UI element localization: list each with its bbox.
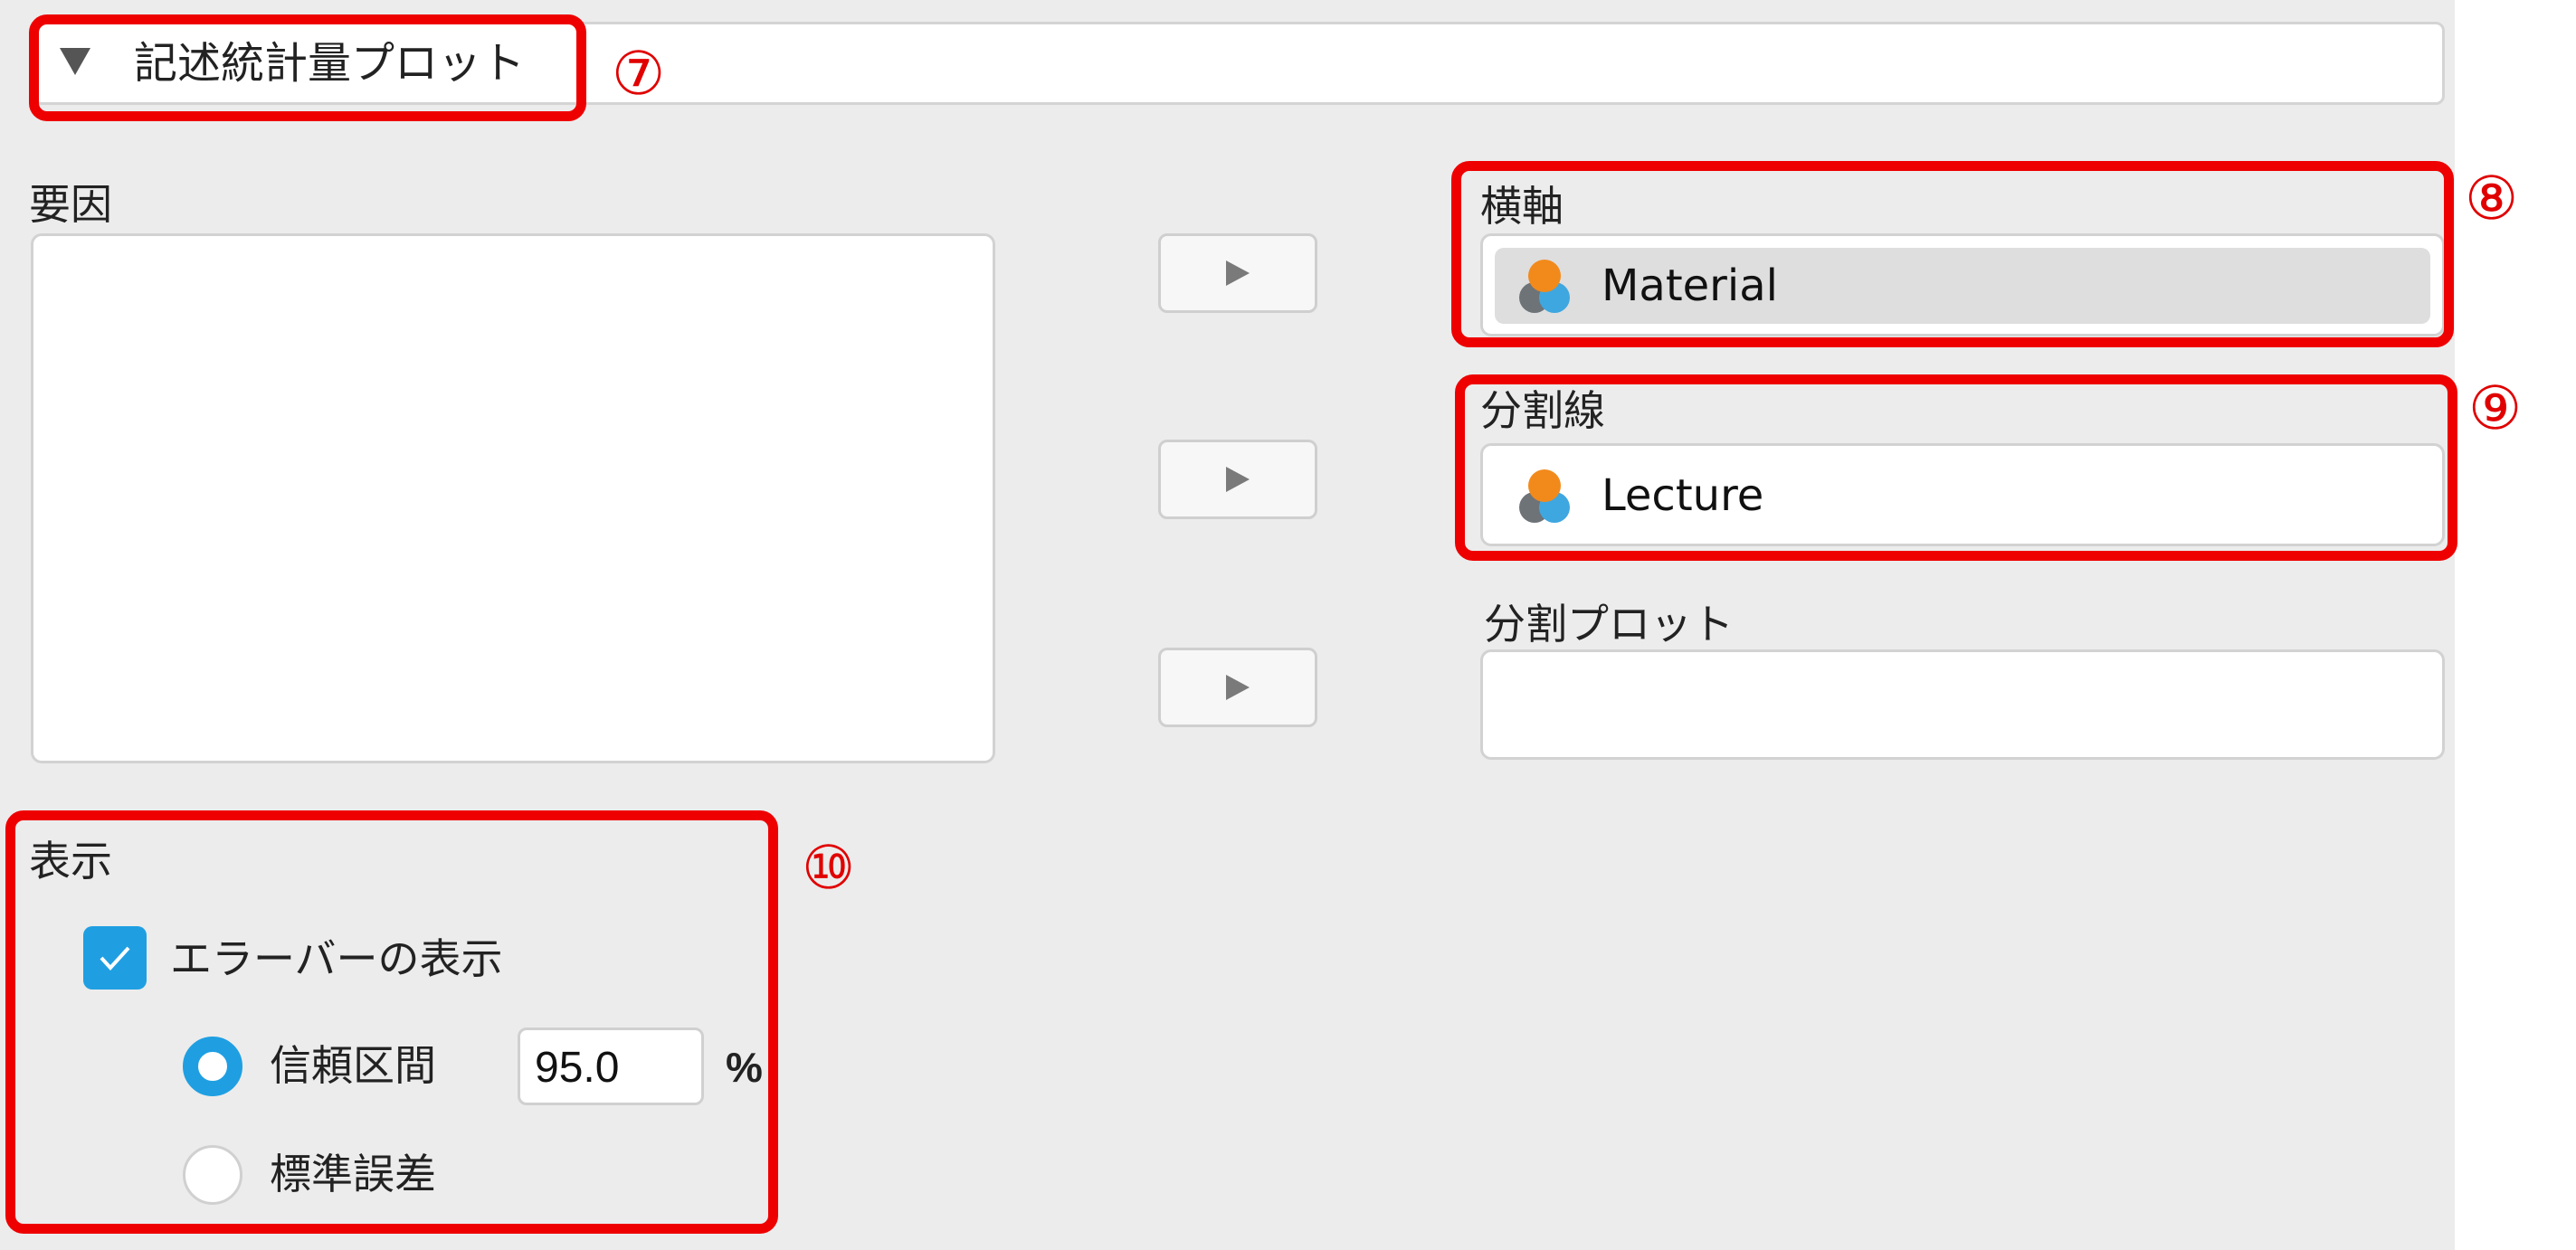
triangle-down-icon	[60, 48, 90, 75]
horizontal-axis-variable-name: Material	[1602, 260, 1778, 311]
separate-lines-variable-item[interactable]: Lecture	[1495, 458, 2430, 534]
move-to-separate-lines-button[interactable]	[1158, 440, 1317, 519]
annotation-number-9: ⑨	[2468, 374, 2523, 443]
horizontal-axis-label: 横軸	[1480, 182, 1564, 231]
display-label: 表示	[29, 837, 112, 885]
triangle-right-icon	[1226, 260, 1250, 286]
horizontal-axis-variable-item[interactable]: Material	[1495, 248, 2430, 324]
annotation-number-8: ⑧	[2465, 164, 2519, 233]
collapse-triangle-icon[interactable]	[58, 45, 92, 78]
triangle-right-icon	[1226, 467, 1250, 492]
confidence-interval-unit: %	[726, 1044, 763, 1091]
separate-plots-label: 分割プロット	[1484, 600, 1734, 649]
confidence-interval-label[interactable]: 信頼区間	[270, 1038, 436, 1093]
annotation-number-7: ⑦	[612, 39, 666, 109]
checkmark-icon	[100, 946, 130, 971]
move-to-horizontal-axis-button[interactable]	[1158, 233, 1317, 313]
section-title[interactable]: 記述統計量プロット	[134, 36, 525, 90]
nominal-variable-icon	[1519, 260, 1570, 313]
error-bars-label[interactable]: エラーバーの表示	[170, 932, 503, 986]
separate-lines-variable-name: Lecture	[1602, 470, 1764, 521]
nominal-variable-icon	[1519, 469, 1570, 523]
move-to-separate-plots-button[interactable]	[1158, 648, 1317, 727]
separate-lines-label: 分割線	[1480, 386, 1605, 435]
annotation-number-10: ⑩	[802, 833, 856, 903]
confidence-interval-input[interactable]: 95.0	[518, 1027, 704, 1105]
confidence-interval-radio[interactable]	[183, 1037, 242, 1096]
separate-plots-box[interactable]	[1480, 649, 2445, 760]
error-bars-checkbox[interactable]	[83, 926, 147, 990]
factors-listbox[interactable]	[31, 233, 995, 763]
factors-label: 要因	[29, 180, 112, 229]
triangle-right-icon	[1226, 675, 1250, 700]
standard-error-label[interactable]: 標準誤差	[270, 1147, 436, 1201]
analysis-options-screen: 記述統計量プロット ⑦ 要因 横軸 Material ⑧ 分割線 Lecture…	[0, 0, 2576, 1250]
standard-error-radio[interactable]	[183, 1145, 242, 1205]
